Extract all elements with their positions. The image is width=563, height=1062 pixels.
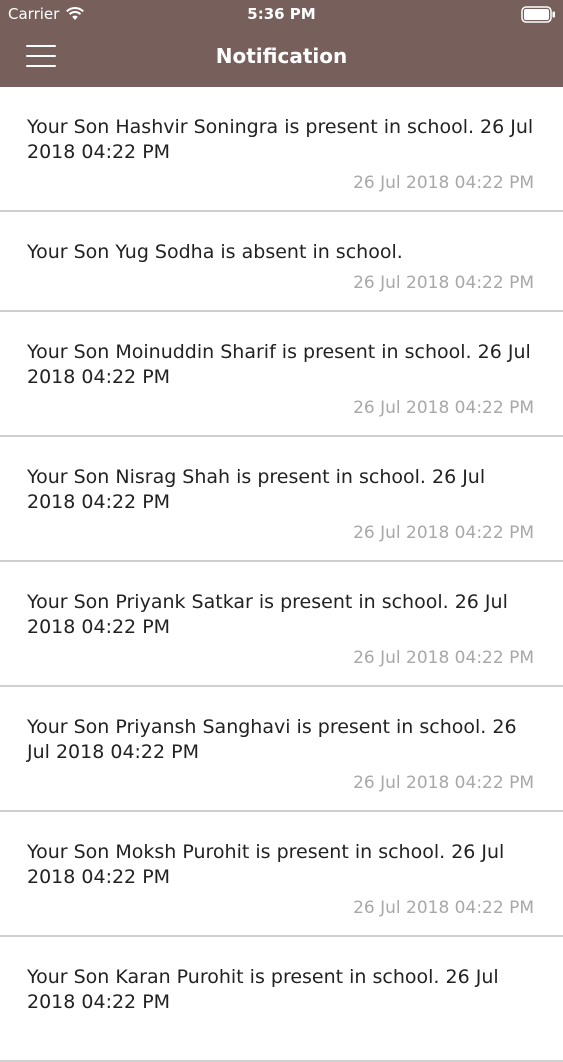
notification-message: Your Son Yug Sodha is absent in school. (27, 241, 403, 263)
notification-message: Your Son Priyank Satkar is present in sc… (27, 591, 508, 638)
notification-message: Your Son Moksh Purohit is present in sch… (27, 841, 505, 888)
notification-item[interactable]: Your Son Nisrag Shah is present in schoo… (0, 437, 563, 562)
notification-item[interactable]: Your Son Hashvir Soningra is present in … (0, 87, 563, 212)
notification-timestamp: 26 Jul 2018 04:22 PM (353, 773, 534, 793)
battery-icon (521, 6, 555, 23)
notification-item[interactable]: Your Son Priyansh Sanghavi is present in… (0, 687, 563, 812)
header: Carrier 5:36 PM Notification (0, 0, 563, 87)
status-bar: Carrier 5:36 PM (0, 0, 563, 28)
notification-message: Your Son Nisrag Shah is present in schoo… (27, 466, 486, 513)
notification-message: Your Son Karan Purohit is present in sch… (27, 966, 499, 1013)
notification-timestamp: 26 Jul 2018 04:22 PM (353, 398, 534, 418)
notification-timestamp: 26 Jul 2018 04:22 PM (353, 648, 534, 668)
status-clock: 5:36 PM (247, 5, 316, 23)
notification-timestamp: 26 Jul 2018 04:22 PM (353, 273, 534, 293)
page-title: Notification (215, 44, 348, 68)
notification-item[interactable]: Your Son Yug Sodha is absent in school. … (0, 212, 563, 312)
notification-item[interactable]: Your Son Priyank Satkar is present in sc… (0, 562, 563, 687)
notification-item[interactable]: Your Son Moksh Purohit is present in sch… (0, 812, 563, 937)
notification-item[interactable]: Your Son Moinuddin Sharif is present in … (0, 312, 563, 437)
notification-message: Your Son Priyansh Sanghavi is present in… (27, 716, 517, 763)
notification-timestamp: 26 Jul 2018 04:22 PM (353, 173, 534, 193)
notification-list[interactable]: Your Son Hashvir Soningra is present in … (0, 87, 563, 1062)
notification-message: Your Son Moinuddin Sharif is present in … (27, 341, 531, 388)
notification-message: Your Son Hashvir Soningra is present in … (27, 116, 534, 163)
notification-timestamp: 26 Jul 2018 04:22 PM (353, 898, 534, 918)
notification-timestamp: 26 Jul 2018 04:22 PM (353, 523, 534, 543)
